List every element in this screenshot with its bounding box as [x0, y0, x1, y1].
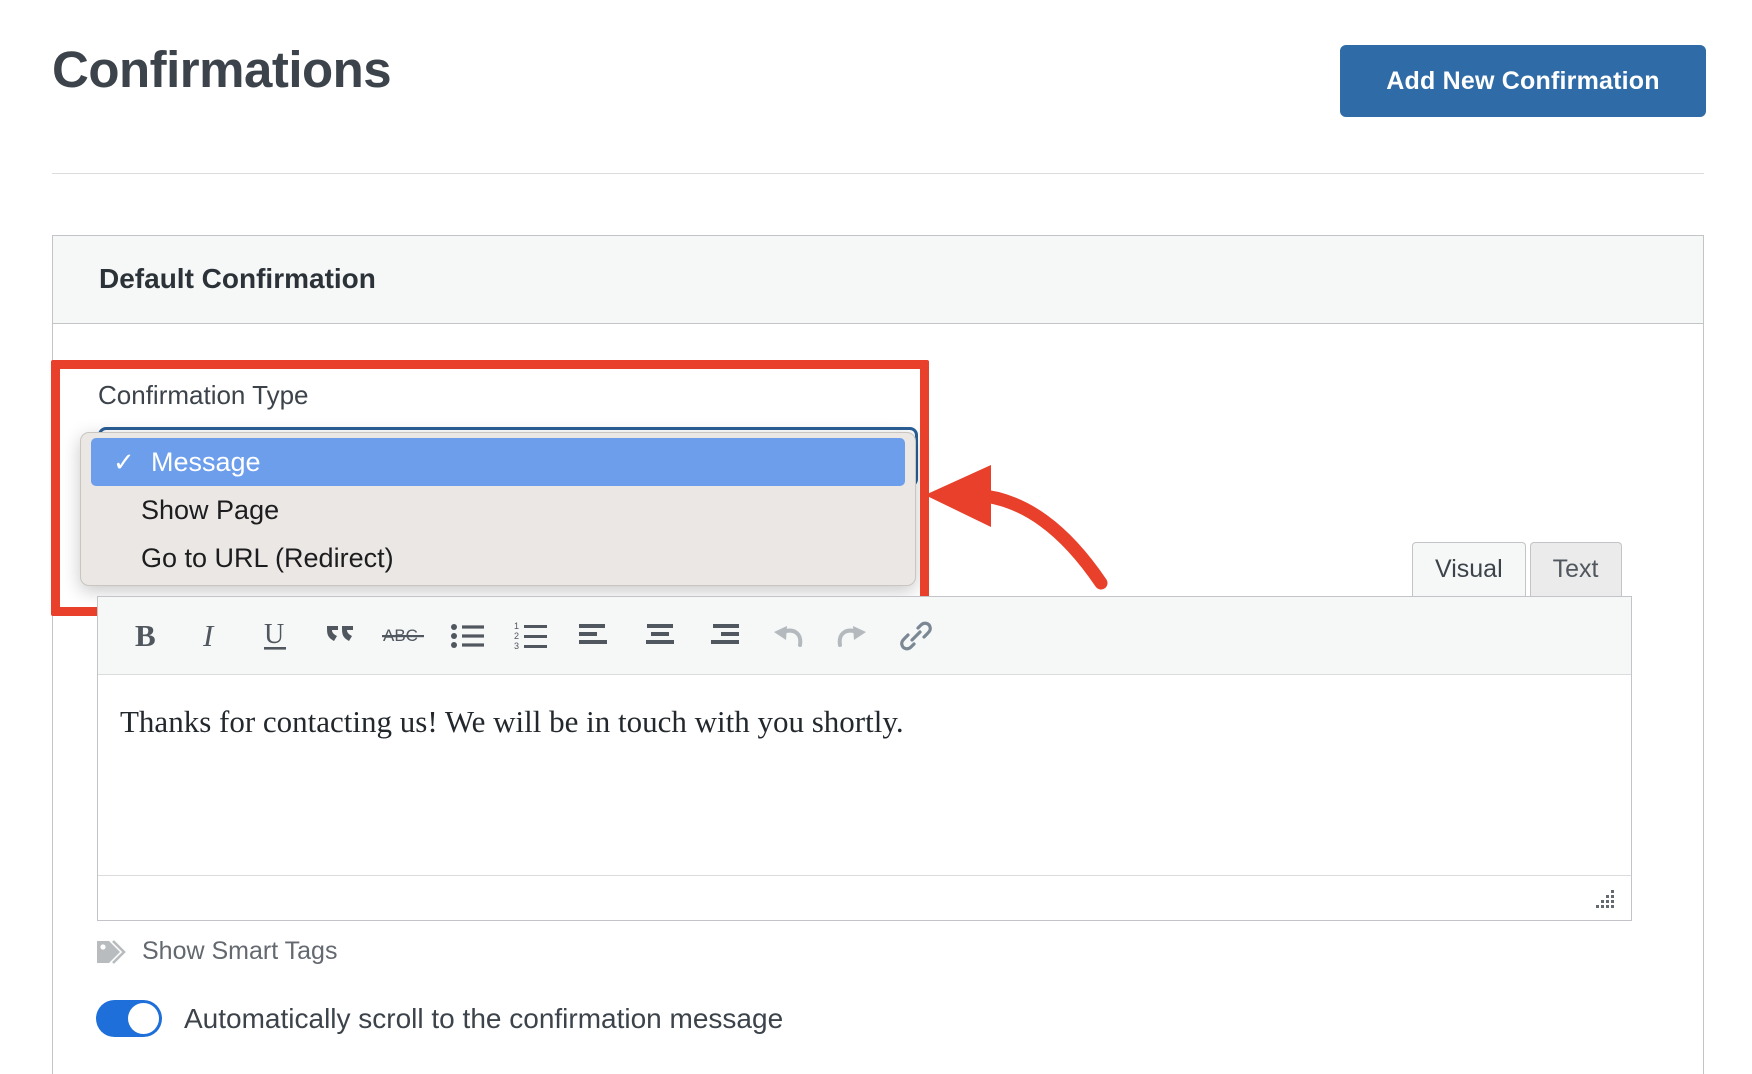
- svg-text:3: 3: [514, 641, 519, 650]
- link-icon[interactable]: [884, 604, 948, 668]
- svg-text:I: I: [202, 620, 215, 652]
- dropdown-option-show-page[interactable]: Show Page: [81, 486, 915, 534]
- editor-statusbar: [98, 875, 1631, 919]
- page-root: Confirmations Add New Confirmation Defau…: [0, 0, 1752, 1074]
- bold-icon[interactable]: B: [116, 604, 180, 668]
- show-smart-tags-link[interactable]: Show Smart Tags: [96, 937, 337, 966]
- confirmation-type-label: Confirmation Type: [98, 380, 309, 410]
- panel-title: Default Confirmation: [99, 263, 376, 294]
- confirmation-type-dropdown-menu[interactable]: ✓ Message Show Page Go to URL (Redirect): [80, 432, 916, 586]
- dropdown-option-go-to-url[interactable]: Go to URL (Redirect): [81, 534, 915, 582]
- panel-header: Default Confirmation: [53, 236, 1703, 324]
- dropdown-option-label: Go to URL (Redirect): [141, 542, 394, 573]
- dropdown-option-message[interactable]: ✓ Message: [91, 438, 905, 486]
- tag-icon: [97, 939, 126, 964]
- page-title: Confirmations: [52, 41, 392, 98]
- checkmark-icon: ✓: [113, 447, 135, 477]
- auto-scroll-toggle[interactable]: [96, 1000, 162, 1037]
- auto-scroll-row: Automatically scroll to the confirmation…: [96, 1000, 783, 1037]
- show-smart-tags-label: Show Smart Tags: [142, 937, 338, 965]
- dropdown-option-label: Message: [151, 446, 261, 477]
- add-new-confirmation-button[interactable]: Add New Confirmation: [1340, 45, 1706, 117]
- undo-icon[interactable]: [756, 604, 820, 668]
- tab-text[interactable]: Text: [1529, 542, 1622, 596]
- tab-visual[interactable]: Visual: [1412, 542, 1526, 596]
- svg-text:1: 1: [514, 622, 519, 631]
- underline-icon[interactable]: U: [244, 604, 308, 668]
- dropdown-option-label: Show Page: [141, 494, 280, 525]
- strikethrough-icon[interactable]: ABC: [372, 604, 436, 668]
- editor-mode-tabs: Visual Text: [1412, 542, 1622, 596]
- header-divider: [52, 173, 1704, 174]
- align-left-icon[interactable]: [564, 604, 628, 668]
- blockquote-icon[interactable]: [308, 604, 372, 668]
- italic-icon[interactable]: I: [180, 604, 244, 668]
- svg-text:B: B: [135, 620, 156, 652]
- align-center-icon[interactable]: [628, 604, 692, 668]
- resize-handle-icon[interactable]: [1593, 889, 1617, 911]
- align-right-icon[interactable]: [692, 604, 756, 668]
- redo-icon[interactable]: [820, 604, 884, 668]
- editor-toolbar: B I U ABC 1 2 3: [98, 597, 1631, 675]
- page-header: Confirmations Add New Confirmation: [0, 0, 1752, 175]
- numbered-list-icon[interactable]: 1 2 3: [500, 604, 564, 668]
- bulleted-list-icon[interactable]: [436, 604, 500, 668]
- editor-content-area[interactable]: Thanks for contacting us! We will be in …: [98, 675, 1631, 875]
- toggle-knob: [128, 1003, 159, 1034]
- auto-scroll-label: Automatically scroll to the confirmation…: [184, 1002, 784, 1034]
- rich-text-editor: B I U ABC 1 2 3 Thanks for contacting us…: [97, 596, 1632, 921]
- svg-text:2: 2: [514, 631, 519, 641]
- svg-text:U: U: [264, 619, 284, 650]
- confirmation-message-text: Thanks for contacting us! We will be in …: [120, 704, 904, 739]
